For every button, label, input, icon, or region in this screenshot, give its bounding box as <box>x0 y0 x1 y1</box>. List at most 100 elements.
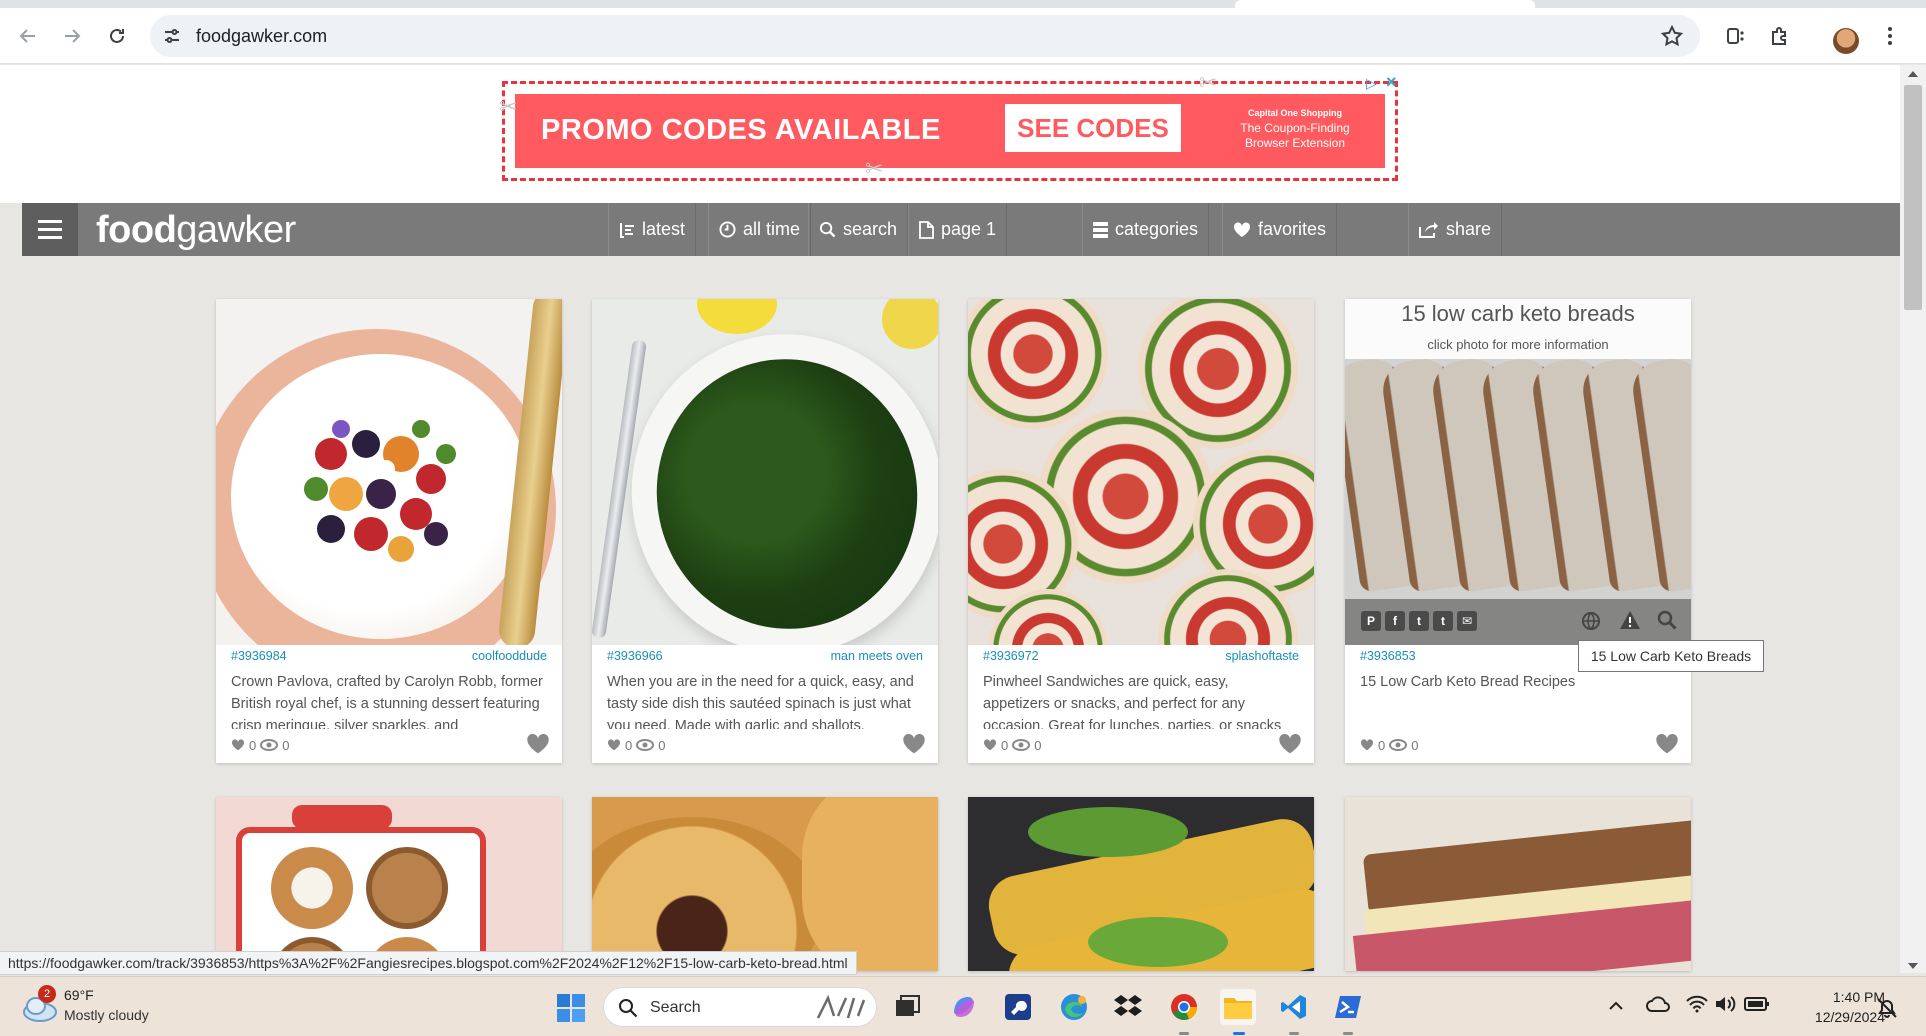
ad-close-icon[interactable]: × <box>1386 72 1397 93</box>
overlay-title: 15 low carb keto breads <box>1401 301 1635 326</box>
facebook-icon[interactable]: f <box>1385 611 1405 631</box>
ad-banner[interactable]: PROMO CODES AVAILABLE SEE CODES Capital … <box>499 70 1398 181</box>
nav-search-label: search <box>843 219 898 239</box>
site-settings-icon[interactable] <box>162 26 182 46</box>
ad-choices-icon[interactable]: ▷ <box>1366 75 1377 92</box>
ad-area: PROMO CODES AVAILABLE SEE CODES Capital … <box>0 65 1900 203</box>
author-link[interactable]: coolfooddude <box>472 649 547 663</box>
view-count: 0 <box>1034 737 1042 753</box>
dropbox-icon[interactable] <box>1110 989 1146 1025</box>
browser-toolbar: foodgawker.com <box>0 8 1926 64</box>
recipe-photo-pavlova[interactable] <box>216 299 562 645</box>
recipe-card[interactable]: 15 low carb keto breads click photo for … <box>1345 299 1691 763</box>
see-codes-button[interactable]: SEE CODES <box>1005 104 1181 152</box>
hamburger-menu-icon[interactable] <box>22 203 78 256</box>
recipe-id-link[interactable]: #3936972 <box>983 649 1039 663</box>
copilot-icon[interactable] <box>946 989 982 1025</box>
recipe-id-link[interactable]: #3936984 <box>231 649 287 663</box>
active-tab[interactable] <box>1235 0 1535 8</box>
nav-categories[interactable]: categories <box>1082 203 1210 256</box>
reload-button[interactable] <box>101 20 133 52</box>
page-scrollbar[interactable] <box>1900 65 1926 973</box>
powershell-icon[interactable] <box>1330 989 1366 1025</box>
recipe-photo-spinach[interactable] <box>592 299 938 645</box>
twitter-icon[interactable]: t <box>1409 611 1429 631</box>
bitwarden-icon[interactable] <box>1000 989 1036 1025</box>
clock-time[interactable]: 1:40 PM <box>1805 989 1885 1005</box>
globe-icon[interactable] <box>1581 611 1601 631</box>
card-meta: #3936984 coolfooddude <box>231 645 547 665</box>
extension-icon[interactable] <box>1722 22 1750 50</box>
edge-icon[interactable] <box>1056 989 1092 1025</box>
battery-icon[interactable] <box>1744 995 1770 1013</box>
site-logo[interactable]: foodgawker <box>96 209 296 252</box>
clock-date[interactable]: 12/29/2024 <box>1785 1009 1885 1025</box>
heart-icon <box>607 739 621 751</box>
address-bar[interactable]: foodgawker.com <box>150 15 1700 57</box>
nav-share-label: share <box>1446 219 1492 239</box>
chrome-icon[interactable] <box>1166 989 1202 1025</box>
photo-overlay[interactable]: 15 low carb keto breads click photo for … <box>1345 299 1691 359</box>
pinterest-icon[interactable]: P <box>1361 611 1381 631</box>
file-explorer-icon[interactable] <box>1220 989 1256 1025</box>
recipe-card[interactable] <box>1345 797 1691 971</box>
wifi-icon[interactable] <box>1686 995 1708 1013</box>
email-icon[interactable]: ✉ <box>1457 611 1477 631</box>
recipe-description[interactable]: Pinwheel Sandwiches are quick, easy, app… <box>983 671 1299 729</box>
tumblr-icon[interactable]: t <box>1433 611 1453 631</box>
nav-all-time[interactable]: all time <box>708 203 812 256</box>
task-view-icon[interactable] <box>890 989 926 1025</box>
windows-start-icon[interactable] <box>556 993 586 1023</box>
scroll-down-arrow[interactable] <box>1908 963 1918 969</box>
taskbar-search-label: Search <box>650 999 701 1016</box>
nav-share[interactable]: share <box>1408 203 1503 256</box>
warning-icon[interactable] <box>1619 610 1641 630</box>
recipe-card[interactable] <box>216 797 562 971</box>
nav-latest[interactable]: latest <box>608 203 697 256</box>
recipe-id-link[interactable]: #3936966 <box>607 649 663 663</box>
nav-search[interactable]: search <box>808 203 909 256</box>
url-text[interactable]: foodgawker.com <box>196 26 327 47</box>
author-link[interactable]: splashoftaste <box>1225 649 1299 663</box>
favorite-heart-icon[interactable] <box>1655 733 1679 755</box>
sort-list-icon <box>620 222 634 238</box>
recipe-photo-keto-bread[interactable]: 15 low carb keto breads click photo for … <box>1345 299 1691 645</box>
favorite-heart-icon[interactable] <box>1278 733 1302 755</box>
nav-page[interactable]: page 1 <box>908 203 1008 256</box>
recipe-description[interactable]: Crown Pavlova, crafted by Carolyn Robb, … <box>231 671 547 729</box>
nav-latest-label: latest <box>642 219 686 239</box>
extensions-button[interactable] <box>1766 22 1794 50</box>
nav-favorites[interactable]: favorites <box>1222 203 1338 256</box>
forward-button[interactable] <box>56 20 88 52</box>
volume-icon[interactable] <box>1714 995 1736 1013</box>
profile-avatar[interactable] <box>1833 28 1859 54</box>
recipe-card[interactable]: #3936984 coolfooddude Crown Pavlova, cra… <box>216 299 562 763</box>
recipe-description[interactable]: When you are in the need for a quick, ea… <box>607 671 923 729</box>
weather-condition[interactable]: Mostly cloudy <box>64 1007 149 1023</box>
weather-badge: 2 <box>38 985 56 1003</box>
bookmark-star-icon[interactable] <box>1660 24 1684 48</box>
taskbar-search[interactable]: Search <box>603 987 877 1027</box>
recipe-photo-pinwheels[interactable] <box>968 299 1314 645</box>
notification-bell-icon[interactable] <box>1876 997 1898 1019</box>
recipe-card[interactable]: #3936972 splashoftaste Pinwheel Sandwich… <box>968 299 1314 763</box>
weather-temp[interactable]: 69°F <box>64 987 94 1003</box>
scroll-thumb[interactable] <box>1904 85 1922 310</box>
recipe-description[interactable]: 15 Low Carb Keto Bread Recipes <box>1360 671 1676 729</box>
scroll-up-arrow[interactable] <box>1908 71 1918 77</box>
browser-menu-button[interactable] <box>1876 22 1904 50</box>
author-link[interactable]: man meets oven <box>831 649 923 663</box>
back-button[interactable] <box>12 20 44 52</box>
favorite-heart-icon[interactable] <box>902 733 926 755</box>
ad-inner[interactable]: PROMO CODES AVAILABLE SEE CODES Capital … <box>515 94 1385 168</box>
recipe-card[interactable] <box>968 797 1314 971</box>
onedrive-cloud-icon[interactable] <box>1646 995 1670 1013</box>
chevron-up-icon[interactable] <box>1608 999 1624 1011</box>
recipe-card[interactable] <box>592 797 938 971</box>
recipe-card[interactable]: #3936966 man meets oven When you are in … <box>592 299 938 763</box>
zoom-icon[interactable] <box>1657 610 1677 630</box>
favorite-heart-icon[interactable] <box>526 733 550 755</box>
recipe-id-link[interactable]: #3936853 <box>1360 649 1416 663</box>
vscode-icon[interactable] <box>1276 989 1312 1025</box>
berries-illustration <box>304 420 456 573</box>
